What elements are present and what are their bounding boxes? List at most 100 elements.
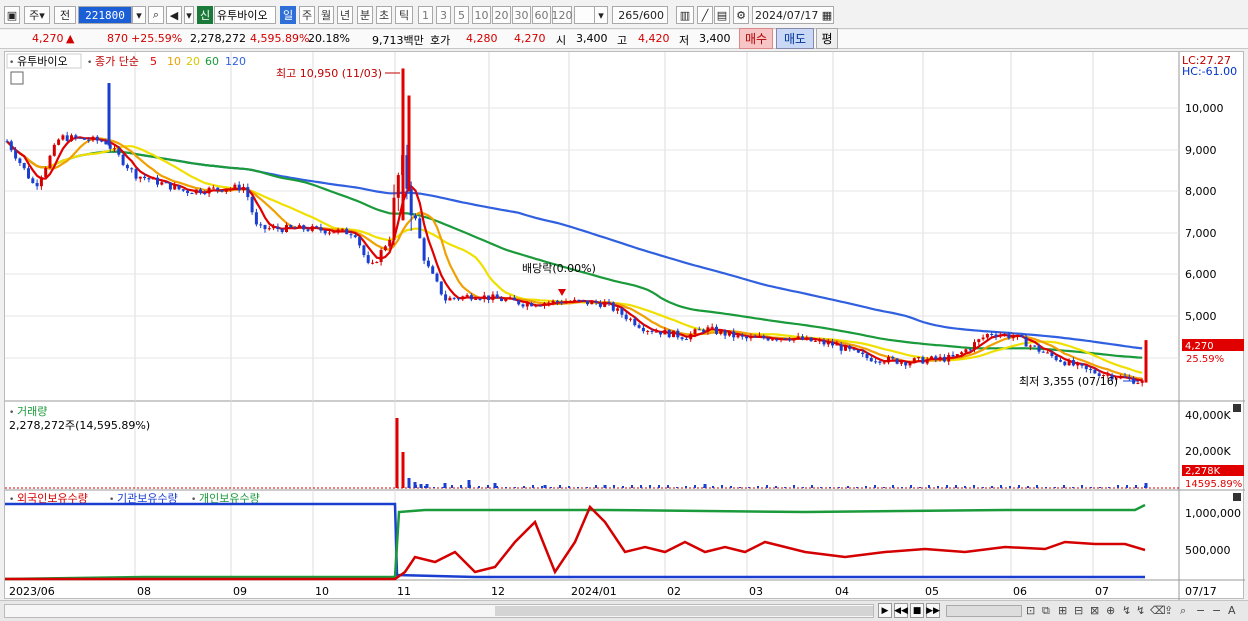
ma20-label[interactable]: 20 [186,55,200,68]
panel-close-icon[interactable] [1233,404,1241,412]
candle-body [22,163,26,169]
interval-20[interactable]: 20 [492,6,511,24]
horizontal-scrollbar[interactable] [4,604,874,618]
period-second[interactable]: 초 [376,6,392,24]
interval-10[interactable]: 10 [472,6,491,24]
interval-5[interactable]: 5 [454,6,469,24]
buy-button[interactable]: 매수 [739,28,773,49]
zoom-minus-icon[interactable]: − [1212,604,1221,617]
y-tick: 40,000K [1185,409,1231,422]
volume-current-tag-text: 2,278K [1185,466,1221,477]
turnover-rate: 20.18% [308,32,350,45]
ma60-label[interactable]: 60 [205,55,219,68]
volume-bar [901,487,903,488]
search-icon[interactable]: ⌕ [148,6,164,24]
candle-body [525,303,529,307]
panel-close-icon[interactable] [1233,493,1241,501]
candle-body [891,357,895,359]
average-button[interactable]: 평 [816,28,838,49]
period-minute[interactable]: 분 [357,6,373,24]
split-icon[interactable]: ⊞ [1058,604,1067,617]
candle-icon[interactable]: ▥ [676,6,694,24]
bid-price: 4,280 [466,32,498,45]
chart-type-icon[interactable]: ⊠ [1090,604,1099,617]
candle-body [57,139,61,145]
open-label: 시 [556,34,567,47]
candle-body [697,329,701,331]
interval-1[interactable]: 1 [418,6,433,24]
trend-icon[interactable]: ↯ [1122,604,1131,617]
period-year[interactable]: 년 [337,6,353,24]
speaker-dropdown-icon[interactable]: ▾ [184,6,194,24]
grid-toggle-icon[interactable] [10,71,24,85]
candle-body [684,339,688,341]
scroll-last-icon[interactable]: ▶▶ [926,603,940,618]
period-day[interactable]: 일 [280,6,296,24]
save-icon[interactable]: ▤ [714,6,730,24]
interval-60[interactable]: 60 [532,6,551,24]
scroll-first-icon[interactable]: ◀◀ [894,603,908,618]
interval-30[interactable]: 30 [512,6,531,24]
interval-3[interactable]: 3 [436,6,451,24]
y-tick: 7,000 [1185,227,1217,240]
volume-bar [532,485,534,488]
volume-bar [856,487,858,488]
x-tick: 02 [667,585,681,598]
volume-bar [622,486,624,488]
trend2-icon[interactable]: ↯ [1136,604,1145,617]
ma10-label[interactable]: 10 [167,55,181,68]
y-tick: 500,000 [1185,544,1231,557]
period-tick[interactable]: 틱 [395,6,413,24]
draw-line-icon[interactable]: ╱ [697,6,713,24]
indicator-icon[interactable]: ⊕ [1106,604,1115,617]
chart-area[interactable]: • 유투바이오 • 종가 단순 5 10 20 60 120 LC:27.27 … [4,51,1245,600]
ma-indicator-label[interactable]: 종가 단순 [95,55,139,68]
code-dropdown-icon[interactable]: ▾ [132,6,146,24]
x-tick: 08 [137,585,151,598]
zoom-icon[interactable]: ⌕ [1180,604,1186,618]
export-icon[interactable]: ⇪ [1164,604,1173,617]
gear-icon[interactable]: ⚙ [733,6,749,24]
ma5-label[interactable]: 5 [150,55,157,68]
up-arrow-icon: ▲ [66,32,75,45]
period-month[interactable]: 월 [318,6,334,24]
font-size-icon[interactable]: A [1228,604,1236,617]
scroll-right-icon[interactable]: ▶ [878,603,892,618]
candle-body [1011,336,1015,339]
stop-icon[interactable]: ■ [910,603,924,618]
volume-bar [703,487,705,488]
speaker-icon[interactable]: ◀ [166,6,182,24]
candle-body [323,230,327,234]
count-input[interactable]: 265/600 [612,6,668,24]
stock-code-input[interactable]: 221800 [78,6,132,24]
layout-icon[interactable]: ⊡ [1026,604,1035,617]
candle-body [61,135,65,140]
stock-chart[interactable]: • 유투바이오 • 종가 단순 5 10 20 60 120 LC:27.27 … [4,52,1245,600]
zoom-slider[interactable] [946,605,1022,617]
candle-body [534,305,538,307]
candle-body [91,136,95,141]
overlay-icon[interactable]: ⊟ [1074,604,1083,617]
candle-body [44,168,48,178]
prev-button[interactable]: 전 [54,6,76,24]
candle-body [869,358,873,362]
volume-panel-title[interactable]: 거래량 [17,405,47,418]
zoom-out-icon[interactable]: − [1196,604,1205,617]
period-week[interactable]: 주 [299,6,315,24]
candle-body [39,177,43,187]
candle-body [229,188,233,190]
ma120-label[interactable]: 120 [225,55,246,68]
grid [5,52,1179,580]
interval-dropdown-icon[interactable]: ▾ [594,6,608,24]
copy-icon[interactable]: ⧉ [1042,604,1050,618]
scroll-thumb[interactable] [495,606,873,616]
candle-body [125,164,129,169]
sell-button[interactable]: 매도 [776,28,814,49]
candle-body [482,295,486,300]
volume-bar [847,486,849,488]
interval-120[interactable]: 120 [552,6,573,24]
window-menu-icon[interactable]: ▣ [4,6,20,24]
calendar-icon[interactable]: ▦ [820,6,834,24]
candle-body [414,215,417,219]
market-select[interactable]: 주 ▾ [24,6,50,24]
